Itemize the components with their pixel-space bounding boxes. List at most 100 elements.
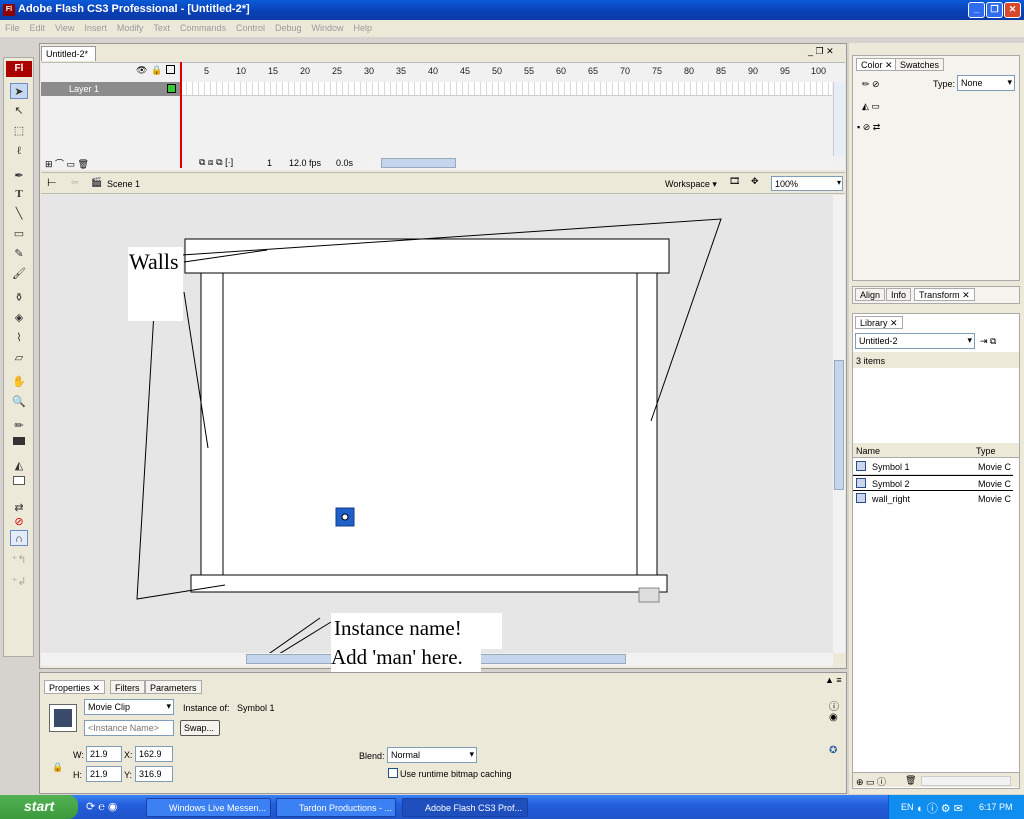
library-col-type[interactable]: Type: [976, 446, 996, 456]
no-color-icon[interactable]: ⊘: [10, 514, 28, 530]
instance-name-input[interactable]: [84, 720, 174, 736]
color-type-select[interactable]: None ▾: [957, 75, 1015, 91]
tab-info[interactable]: Info: [886, 288, 912, 301]
task-tardon-productions[interactable]: Tardon Productions - ...: [276, 798, 396, 817]
fill-color-icon[interactable]: ◭: [10, 458, 28, 474]
menu-modify[interactable]: Modify: [112, 20, 149, 33]
library-document-select[interactable]: Untitled-2 ▾: [855, 333, 975, 349]
menu-insert[interactable]: Insert: [79, 20, 112, 33]
smooth-icon[interactable]: ⁺↰: [10, 552, 28, 568]
subselection-tool-icon[interactable]: ↖: [10, 103, 28, 119]
stroke-color-icon[interactable]: ✏ ⊘: [862, 79, 880, 90]
library-hscroll[interactable]: [921, 776, 1011, 786]
zoom-select[interactable]: 100% ▾: [771, 176, 843, 191]
playhead[interactable]: [180, 62, 182, 168]
close-button[interactable]: ✕: [1004, 2, 1021, 18]
lasso-tool-icon[interactable]: ℓ: [10, 143, 28, 159]
symbol-type-select[interactable]: Movie Clip ▾: [84, 699, 174, 715]
library-delete-icon[interactable]: 🗑: [905, 775, 916, 786]
timeline-vscroll[interactable]: [833, 82, 845, 156]
library-item[interactable]: Symbol 1 Movie C: [853, 459, 1013, 475]
scene-label[interactable]: Scene 1: [107, 179, 140, 189]
lock-aspect-icon[interactable]: 🔒: [52, 762, 63, 773]
pencil-tool-icon[interactable]: ✎: [10, 246, 28, 262]
pen-tool-icon[interactable]: ✒: [10, 168, 28, 184]
selection-tool-icon[interactable]: ➤: [10, 83, 28, 99]
tray-icons[interactable]: ◐ ⓘ ⚙ ✉: [917, 800, 963, 816]
menu-file[interactable]: File: [0, 20, 25, 33]
width-field[interactable]: 21.9: [86, 746, 122, 762]
zoom-tool-icon[interactable]: 🔍: [10, 394, 28, 410]
menu-edit[interactable]: Edit: [25, 20, 51, 33]
tab-library[interactable]: Library ✕: [855, 316, 903, 329]
frame-rate[interactable]: 12.0 fps: [289, 158, 321, 168]
snap-to-objects-icon[interactable]: ∩: [10, 530, 28, 546]
y-field[interactable]: 316.9: [135, 766, 173, 782]
layer-row[interactable]: Layer 1: [41, 82, 181, 96]
frames-strip[interactable]: [181, 82, 832, 96]
task-adobe-flash[interactable]: Adobe Flash CS3 Prof...: [402, 798, 528, 817]
library-item[interactable]: wall_right Movie C: [853, 491, 1013, 507]
lock-icon[interactable]: 🔒: [151, 65, 162, 76]
cache-checkbox[interactable]: [388, 768, 398, 778]
back-arrow-icon[interactable]: ⇦: [71, 177, 79, 188]
tab-properties[interactable]: Properties ✕: [44, 680, 106, 694]
help-icon[interactable]: ⓘ: [829, 698, 839, 713]
free-transform-tool-icon[interactable]: ⬚: [10, 123, 28, 139]
edit-symbols-icon[interactable]: ✥: [751, 176, 759, 187]
tab-color[interactable]: Color ✕: [856, 58, 898, 71]
menu-commands[interactable]: Commands: [175, 20, 231, 33]
pin-library-icon[interactable]: ⇥ ⧉: [980, 336, 996, 347]
fill-swatch-icon[interactable]: [10, 474, 28, 490]
straighten-icon[interactable]: ⁺↲: [10, 574, 28, 590]
start-button[interactable]: start: [0, 795, 78, 819]
edit-actions-icon[interactable]: ◉: [829, 712, 838, 723]
task-windows-live-messenger[interactable]: Windows Live Messen...: [146, 798, 271, 817]
paint-bucket-tool-icon[interactable]: ◈: [10, 310, 28, 326]
eraser-tool-icon[interactable]: ▱: [10, 350, 28, 366]
eyedropper-tool-icon[interactable]: ⌇: [10, 330, 28, 346]
maximize-button[interactable]: ❐: [986, 2, 1003, 18]
menu-help[interactable]: Help: [349, 20, 378, 33]
accessibility-icon[interactable]: ✪: [829, 745, 837, 756]
menu-debug[interactable]: Debug: [270, 20, 307, 33]
tab-parameters[interactable]: Parameters: [145, 680, 202, 694]
panel-menu-icon[interactable]: ▲ ≡: [825, 675, 842, 685]
blend-select[interactable]: Normal ▾: [387, 747, 477, 763]
rectangle-tool-icon[interactable]: ▭: [10, 226, 28, 242]
menu-text[interactable]: Text: [148, 20, 175, 33]
height-field[interactable]: 21.9: [86, 766, 122, 782]
brush-tool-icon[interactable]: 🖌: [10, 266, 28, 282]
text-tool-icon[interactable]: T: [10, 186, 28, 202]
outline-icon[interactable]: [166, 65, 175, 74]
ink-bottle-tool-icon[interactable]: ⚱: [10, 290, 28, 306]
stage-vscroll[interactable]: [833, 195, 845, 653]
language-indicator[interactable]: EN: [901, 802, 914, 812]
minimize-button[interactable]: _: [968, 2, 985, 18]
layer-color-icon[interactable]: [167, 84, 176, 93]
doc-window-controls-icon[interactable]: _ ❐ ✕: [808, 46, 834, 57]
eye-icon[interactable]: 👁: [136, 65, 147, 76]
onion-skin-icon[interactable]: ⧉ ⧈ ⧉ [·]: [199, 157, 233, 168]
timeline-toggle-icon[interactable]: ⊢: [47, 176, 57, 189]
menu-window[interactable]: Window: [307, 20, 349, 33]
line-tool-icon[interactable]: ╲: [10, 206, 28, 222]
tab-swatches[interactable]: Swatches: [895, 58, 945, 71]
tab-align[interactable]: Align: [855, 288, 886, 301]
tab-filters[interactable]: Filters: [110, 680, 145, 694]
tab-transform[interactable]: Transform ✕: [914, 288, 975, 301]
add-layer-icon[interactable]: ⊞ ⌒ ▭ 🗑: [45, 157, 89, 170]
swap-button[interactable]: Swap...: [180, 720, 220, 736]
menu-view[interactable]: View: [50, 20, 79, 33]
x-field[interactable]: 162.9: [135, 746, 173, 762]
workspace-menu[interactable]: Workspace ▾: [665, 179, 717, 190]
edit-scene-icon[interactable]: 🎞: [729, 176, 740, 187]
quick-launch-icons[interactable]: ⟳ ℮ ◉: [86, 800, 118, 813]
library-new-symbol-icon[interactable]: ⊕ ▭ ⓘ: [856, 777, 886, 787]
stroke-swatch-icon[interactable]: [10, 434, 28, 450]
library-col-name[interactable]: Name: [856, 446, 880, 456]
menu-control[interactable]: Control: [231, 20, 270, 33]
color-options-icon[interactable]: ▪ ⊘ ⇄: [857, 122, 880, 133]
stroke-color-icon[interactable]: ✏: [10, 418, 28, 434]
hand-tool-icon[interactable]: ✋: [10, 374, 28, 390]
